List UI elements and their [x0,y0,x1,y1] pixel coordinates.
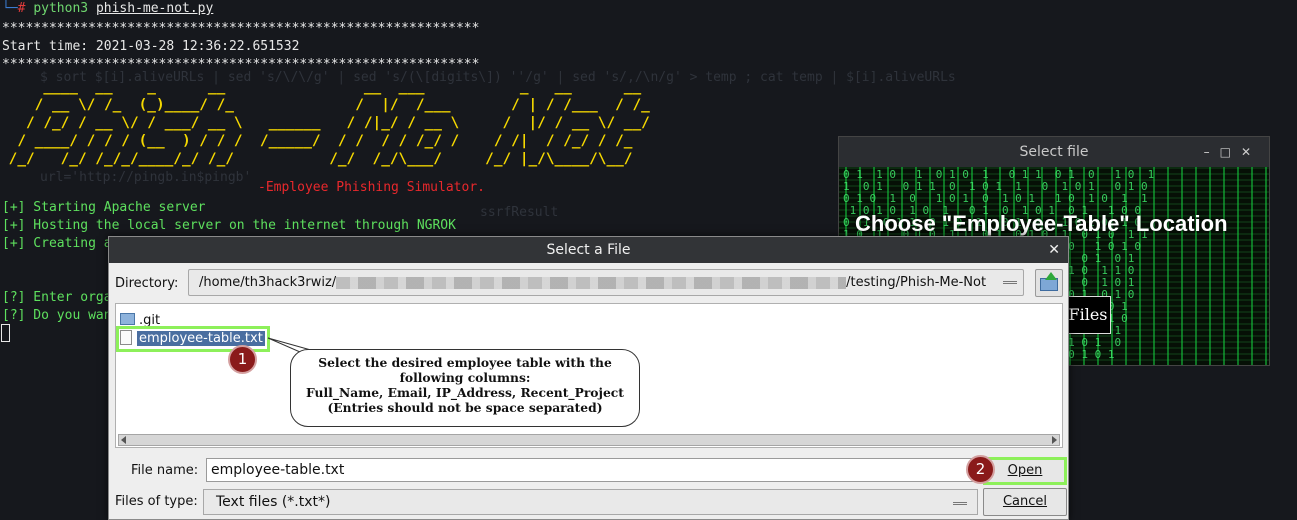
callout-text: Full_Name, Email, IP_Address, Recent_Pro… [306,385,624,400]
callout-text: Select the desired employee table with t… [318,355,612,370]
step-badge-2: 2 [966,455,995,484]
step-badge-1: 1 [228,345,257,374]
callout-text: following columns: [399,370,531,385]
callout-pointer [267,337,319,353]
instruction-callout: Select the desired employee table with t… [290,349,640,427]
callout-text: (Entries should not be space separated) [327,400,603,415]
